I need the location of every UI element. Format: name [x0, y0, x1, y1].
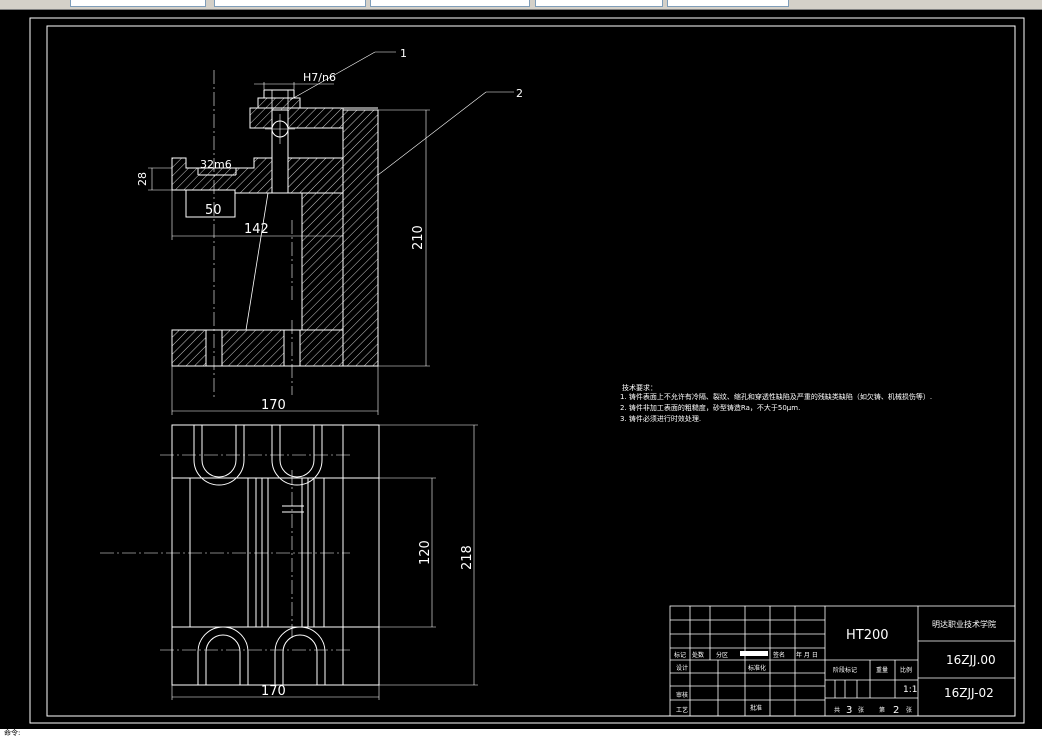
- tb-material: HT200: [846, 628, 889, 643]
- dim-142: 142: [244, 222, 269, 237]
- dim-210: 210: [411, 225, 426, 250]
- tb-mark: 标记: [674, 651, 686, 659]
- color-dropdown[interactable]: [214, 0, 366, 7]
- command-line[interactable]: 命令:: [0, 729, 1042, 737]
- dim-120: 120: [418, 540, 433, 565]
- part-label-2: 2: [516, 87, 523, 100]
- command-prompt: 命令:: [4, 729, 21, 737]
- outer-border: [29, 17, 1025, 724]
- tb-scale: 1:1: [903, 685, 917, 695]
- tech-requirements: 技术要求： 1. 铸件表面上不允许有冷隔、裂纹、缩孔和穿透性缺陷及严重的残缺类缺…: [620, 383, 932, 423]
- tb-sheet-unit: 张: [906, 706, 912, 714]
- tech-title: 技术要求：: [622, 383, 657, 392]
- tb-zone: 分区: [716, 651, 728, 659]
- linetype-dropdown[interactable]: [370, 0, 530, 7]
- inner-border: [46, 25, 1016, 717]
- tb-count: 处数: [692, 651, 704, 659]
- tb-weight: 重量: [876, 666, 888, 674]
- tb-sign: 签名: [773, 651, 785, 659]
- tb-design: 设计: [676, 664, 688, 672]
- dim-28: 28: [136, 172, 149, 186]
- dim-170-bottom: 170: [261, 684, 286, 699]
- tb-date: 年 月 日: [796, 651, 818, 659]
- tb-review: 审核: [676, 691, 688, 699]
- layer-dropdown[interactable]: [70, 0, 206, 7]
- dim-218: 218: [460, 545, 475, 570]
- tb-total-unit: 张: [858, 706, 864, 714]
- front-view: [148, 51, 514, 415]
- tech-item-1: 1. 铸件表面上不允许有冷隔、裂纹、缩孔和穿透性缺陷及严重的残缺类缺陷（如欠铸、…: [620, 392, 932, 401]
- tb-sheet-label: 第: [879, 706, 885, 714]
- tech-item-3: 3. 铸件必须进行时效处理.: [620, 414, 701, 423]
- drawing-canvas[interactable]: 1 2 H7/n6 32m6 28 50 142 210 170 120 218…: [0, 9, 1042, 729]
- plotstyle-dropdown[interactable]: [667, 0, 789, 7]
- lineweight-dropdown[interactable]: [535, 0, 663, 7]
- tb-drawing-no: 16ZJJ.00: [946, 653, 996, 667]
- tb-ratio: 比例: [900, 666, 912, 674]
- tb-total: 3: [846, 705, 852, 716]
- fit-label-top: H7/n6: [303, 71, 336, 84]
- tb-total-label: 共: [834, 706, 840, 714]
- tb-stage-mark: 阶段标记: [833, 666, 857, 674]
- tb-standardize: 标准化: [748, 664, 766, 672]
- top-view-labels: 120 218 170: [261, 540, 475, 699]
- part-label-1: 1: [400, 47, 407, 60]
- dim-50: 50: [205, 203, 222, 218]
- tb-process: 工艺: [676, 706, 688, 714]
- tb-approve: 批准: [750, 704, 762, 712]
- tb-sheet: 2: [893, 705, 899, 716]
- tb-part-no: 16ZJJ-02: [944, 686, 994, 700]
- tb-school: 明达职业技术学院: [932, 619, 996, 629]
- title-block-text: 标记 处数 分区 签名 年 月 日 设计 标准化 审核 工艺 批准 阶段标记 重…: [674, 619, 996, 716]
- dim-170-top: 170: [261, 398, 286, 413]
- fit-label-left: 32m6: [200, 158, 232, 171]
- tech-item-2: 2. 铸件非加工表面的粗糙度，砂型铸造Ra，不大于50μm.: [620, 403, 800, 412]
